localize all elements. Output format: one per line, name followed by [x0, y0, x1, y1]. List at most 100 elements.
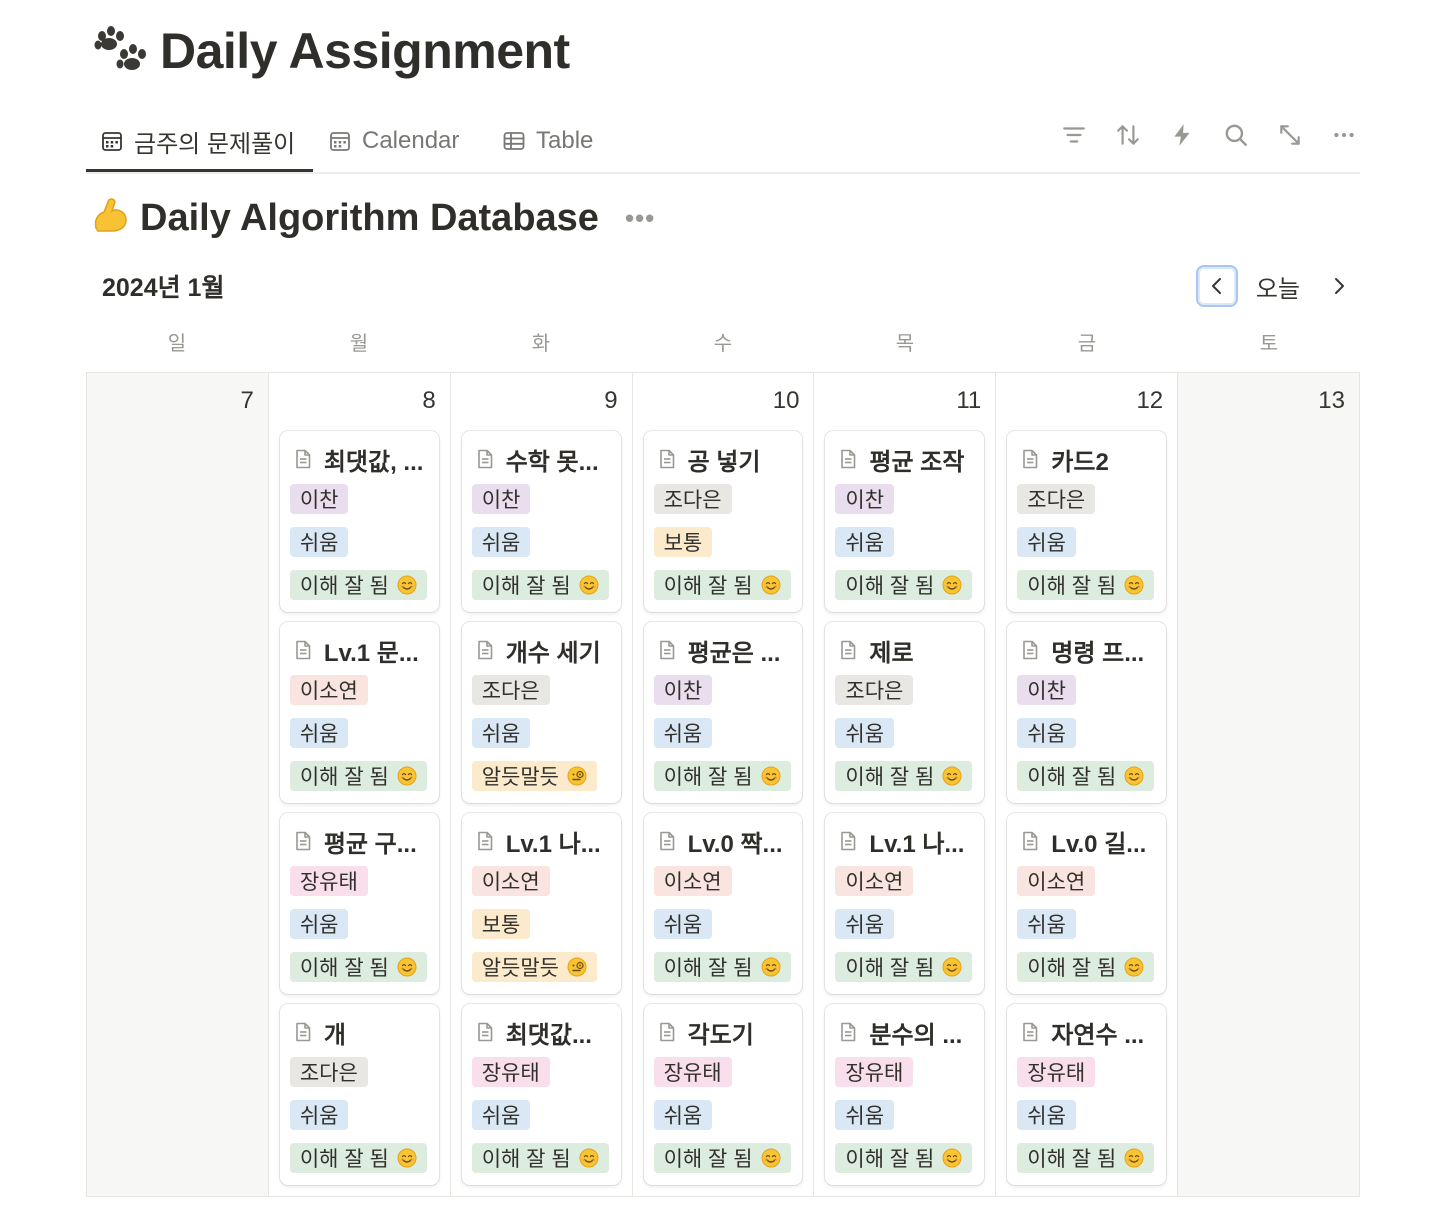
page-document-icon	[841, 449, 856, 469]
assignment-card[interactable]: 공 넣기 조다은 보통 이해 잘 됨	[643, 431, 803, 612]
weekday-label: 일	[167, 333, 187, 355]
understanding-tag: 이해 잘 됨	[653, 760, 791, 791]
assignment-card[interactable]: 각도기 장유태 쉬움 이해 잘 됨	[643, 1004, 803, 1185]
calendar-day-cell[interactable]: 13	[1178, 373, 1360, 1197]
person-tag: 조다은	[1017, 483, 1096, 514]
today-button[interactable]: 오늘	[1250, 269, 1306, 304]
card-title: 최댓값...	[472, 1014, 611, 1050]
assignment-card[interactable]: 평균 조작 이찬 쉬움 이해 잘 됨	[825, 431, 985, 612]
assignment-card[interactable]: 최댓값, ... 이찬 쉬움 이해 잘 됨	[279, 431, 439, 612]
assignment-card[interactable]: 분수의 ... 장유태 쉬움 이해 잘 됨	[825, 1004, 985, 1185]
assignment-card[interactable]: 평균 구... 장유태 쉬움 이해 잘 됨	[279, 813, 439, 994]
card-title: Lv.1 문...	[290, 632, 429, 668]
assignment-card[interactable]: Lv.1 문... 이소연 쉬움 이해 잘 됨	[279, 622, 439, 803]
smiling-face-icon	[761, 1148, 781, 1167]
assignment-card[interactable]: 자연수 ... 장유태 쉬움 이해 잘 됨	[1007, 1004, 1167, 1185]
previous-month-button[interactable]	[1195, 265, 1238, 307]
next-month-button[interactable]	[1318, 265, 1360, 307]
tab-table[interactable]: Table	[488, 112, 607, 170]
person-tag: 장유태	[289, 865, 368, 896]
card-title-text: 최댓값, ...	[323, 448, 424, 476]
card-title-text: 명령 프...	[1051, 639, 1145, 667]
calendar-day-cell[interactable]: 9 수학 못... 이찬 쉬움 이해 잘 됨 개수 세기 조다은 쉬움 알듯말듯 Lv.1 나..…	[450, 373, 633, 1197]
search-icon[interactable]	[1220, 119, 1252, 151]
assignment-card[interactable]: Lv.0 길... 이소연 쉬움 이해 잘 됨	[1007, 813, 1167, 994]
database-more-button[interactable]: •••	[625, 203, 655, 234]
understanding-text: 이해 잘 됨	[481, 574, 571, 598]
database-title-text: Daily Algorithm Database	[140, 196, 599, 239]
assignment-card[interactable]: 카드2 조다은 쉬움 이해 잘 됨	[1007, 431, 1167, 612]
card-title: 공 넣기	[654, 441, 793, 477]
smiling-face-icon	[761, 957, 781, 976]
smiling-face-icon	[397, 957, 417, 976]
page-document-icon	[659, 640, 674, 660]
database-title: Daily Algorithm Database •••	[90, 192, 655, 244]
page-document-icon	[296, 640, 311, 660]
calendar-day-cell[interactable]: 11 평균 조작 이찬 쉬움 이해 잘 됨 제로 조다은 쉬움 이해 잘 됨 Lv.1 나... 이…	[814, 373, 997, 1197]
weekday-label: 화	[531, 333, 551, 355]
calendar-day-cell[interactable]: 8 최댓값, ... 이찬 쉬움 이해 잘 됨 Lv.1 문... 이소연 쉬움 이해 잘 됨평…	[268, 373, 451, 1197]
understanding-tag: 이해 잘 됨	[471, 569, 609, 600]
card-title-text: Lv.1 문...	[323, 639, 419, 667]
understanding-text: 이해 잘 됨	[1027, 1147, 1117, 1171]
difficulty-tag: 보통	[471, 908, 531, 939]
smiling-face-icon	[397, 766, 417, 785]
more-icon[interactable]	[1328, 119, 1360, 151]
smiling-face-icon	[761, 575, 781, 594]
card-title-text: 평균 조작	[869, 448, 965, 476]
understanding-tag: 이해 잘 됨	[653, 951, 791, 982]
person-tag: 장유태	[1017, 1056, 1096, 1087]
assignment-card[interactable]: 개수 세기 조다은 쉬움 알듯말듯	[461, 622, 621, 803]
tab-weekly-problems[interactable]: 금주의 문제풀이	[86, 112, 313, 172]
assignment-card[interactable]: 개 조다은 쉬움 이해 잘 됨	[279, 1004, 439, 1185]
flexed-biceps-icon	[90, 194, 130, 243]
assignment-card[interactable]: Lv.0 짝... 이소연 쉬움 이해 잘 됨	[643, 813, 803, 994]
automation-lightning-icon[interactable]	[1166, 119, 1198, 151]
card-title-text: Lv.0 짝...	[687, 830, 783, 858]
page-document-icon	[659, 449, 674, 469]
difficulty-tag: 쉬움	[471, 526, 531, 557]
difficulty-tag: 쉬움	[653, 908, 713, 939]
person-tag: 조다은	[289, 1056, 368, 1087]
card-title-text: Lv.0 길...	[1051, 830, 1147, 858]
assignment-card[interactable]: 평균은 ... 이찬 쉬움 이해 잘 됨	[643, 622, 803, 803]
understanding-tag: 이해 잘 됨	[1017, 1142, 1155, 1173]
assignment-card[interactable]: 최댓값... 장유태 쉬움 이해 잘 됨	[461, 1004, 621, 1185]
calendar-day-cell[interactable]: 7	[87, 373, 269, 1197]
understanding-tag: 이해 잘 됨	[471, 1142, 609, 1173]
expand-icon[interactable]	[1274, 119, 1306, 151]
difficulty-tag: 쉬움	[289, 526, 349, 557]
calendar-day-cell[interactable]: 12 카드2 조다은 쉬움 이해 잘 됨 명령 프... 이찬 쉬움 이해 잘 됨 Lv.0 길.…	[996, 373, 1179, 1197]
tab-calendar[interactable]: Calendar	[314, 112, 473, 170]
assignment-card[interactable]: Lv.1 나... 이소연 쉬움 이해 잘 됨	[825, 813, 985, 994]
card-title: 명령 프...	[1017, 632, 1156, 668]
difficulty-tag: 보통	[653, 526, 713, 557]
smiling-face-icon	[942, 575, 962, 594]
understanding-text: 알듯말듯	[481, 765, 559, 789]
page-title-text: Daily Assignment	[160, 23, 570, 79]
understanding-tag: 이해 잘 됨	[653, 1142, 791, 1173]
weekday-label: 월	[349, 333, 369, 355]
difficulty-tag: 쉬움	[835, 1099, 895, 1130]
assignment-card[interactable]: 제로 조다은 쉬움 이해 잘 됨	[825, 622, 985, 803]
filter-icon[interactable]	[1058, 119, 1090, 151]
person-tag: 이찬	[1017, 674, 1076, 705]
assignment-card[interactable]: 명령 프... 이찬 쉬움 이해 잘 됨	[1007, 622, 1167, 803]
month-label: 2024년 1월	[102, 274, 225, 302]
card-title-text: Lv.1 나...	[505, 830, 601, 858]
person-tag: 이찬	[835, 483, 895, 514]
assignment-card[interactable]: 수학 못... 이찬 쉬움 이해 잘 됨	[461, 431, 621, 612]
assignment-card[interactable]: Lv.1 나... 이소연 보통 알듯말듯	[461, 813, 621, 994]
understanding-text: 이해 잘 됨	[845, 956, 935, 980]
difficulty-tag: 쉬움	[471, 1099, 531, 1130]
difficulty-tag: 쉬움	[835, 526, 895, 557]
card-title-text: 평균 구...	[323, 830, 417, 858]
day-number: 10	[772, 387, 800, 414]
weekday-header: 일 월 화 수 목 금 토	[86, 326, 1360, 362]
person-tag: 조다은	[471, 674, 550, 705]
smiling-face-icon	[1124, 957, 1144, 976]
calendar-day-cell[interactable]: 10 공 넣기 조다은 보통 이해 잘 됨 평균은 ... 이찬 쉬움 이해 잘 됨 Lv.0 짝…	[632, 373, 815, 1197]
card-title: 카드2	[1017, 441, 1156, 477]
page-document-icon	[841, 640, 856, 660]
sort-icon[interactable]	[1112, 119, 1144, 151]
